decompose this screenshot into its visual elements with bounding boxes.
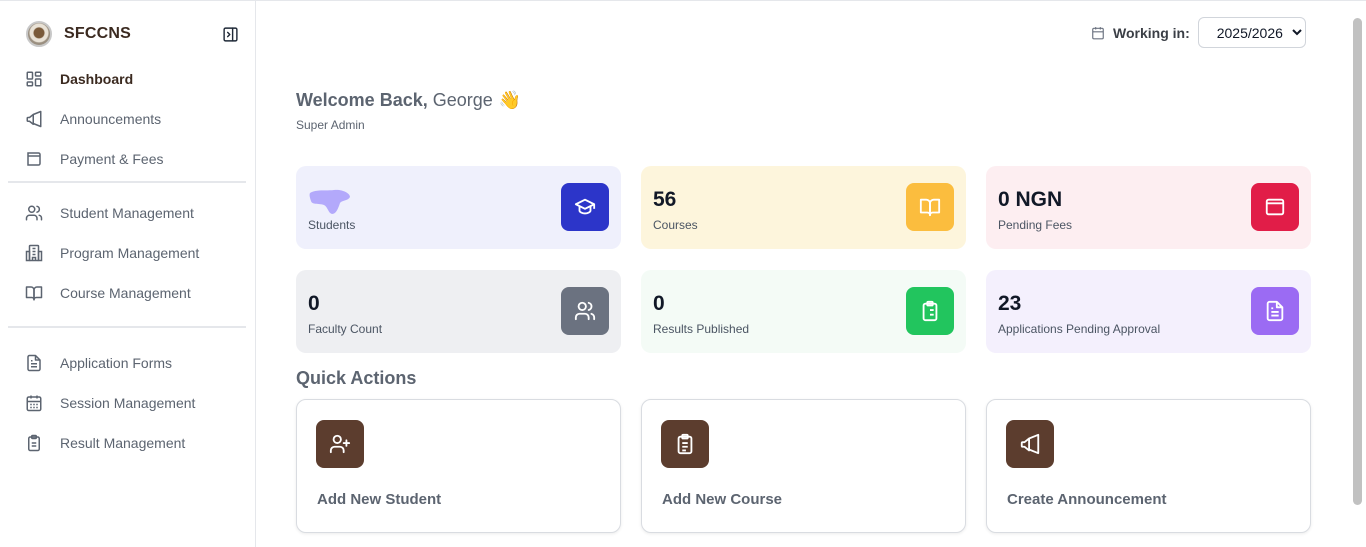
create-announcement-button[interactable]: Create Announcement [986,399,1311,533]
sidebar-item-label: Student Management [60,205,194,221]
quick-action-icon-badge [1006,420,1054,468]
sidebar-item-program-management[interactable]: Program Management [8,235,246,271]
stat-label: Applications Pending Approval [998,322,1161,336]
brand[interactable]: SFCCNS [26,21,131,47]
stat-card-applications-pending[interactable]: 23 Applications Pending Approval [986,270,1311,353]
file-text-icon [1266,300,1284,322]
stat-label: Students [308,218,356,232]
college-logo [26,21,52,47]
stat-icon-badge [561,183,609,231]
stat-card-faculty-count[interactable]: 0 Faculty Count [296,270,621,353]
working-in-label: Working in: [1113,24,1190,41]
calendar-icon [1092,26,1104,39]
sidebar-item-label: Payment & Fees [60,151,164,167]
stat-value: 23 [998,292,1022,315]
dashboard-icon [24,69,44,89]
quick-action-label: Create Announcement [1007,491,1167,508]
sidebar-item-course-management[interactable]: Course Management [8,275,246,311]
session-select[interactable]: 2025/2026 [1197,17,1306,48]
graduation-cap-icon [574,198,596,215]
stat-value: 56 [653,188,677,211]
calendar-icon [24,393,44,413]
sidebar-item-label: Result Management [60,435,186,451]
stat-value: 0 [308,292,320,315]
quick-action-label: Add New Course [662,491,783,508]
megaphone-icon [1020,433,1040,455]
book-open-icon [919,198,941,217]
quick-action-icon-badge [661,420,709,468]
sidebar-item-label: Announcements [60,111,162,127]
add-new-course-button[interactable]: Add New Course [641,399,966,533]
welcome-heading: Welcome Back, George 👋 [296,90,521,111]
stat-card-results-published[interactable]: 0 Results Published [641,270,966,353]
document-icon [24,353,44,373]
stat-card-courses[interactable]: 56 Courses [641,166,966,249]
quick-action-icon-badge [316,420,364,468]
sidebar-divider [8,326,246,328]
sidebar-item-student-management[interactable]: Student Management [8,195,246,231]
loading-placeholder [309,189,350,214]
wave-emoji: 👋 [498,90,522,110]
users-icon [574,301,596,321]
welcome-name: George [432,90,493,110]
sidebar-item-label: Dashboard [60,71,134,87]
page-scrollbar[interactable] [1353,18,1362,505]
sidebar-divider [8,181,246,183]
building-icon [24,243,44,263]
clipboard-icon [677,433,693,455]
user-role: Super Admin [296,118,365,132]
clipboard-list-icon [922,300,938,322]
stat-card-pending-fees[interactable]: 0 NGN Pending Fees [986,166,1311,249]
sidebar-item-label: Course Management [60,285,191,301]
sidebar-item-result-management[interactable]: Result Management [8,425,246,461]
panel-collapse-icon [222,26,238,42]
stat-label: Pending Fees [998,218,1073,232]
wallet-icon [24,149,44,169]
stat-icon-badge [561,287,609,335]
sidebar-item-payment-fees[interactable]: Payment & Fees [8,141,246,177]
sidebar-item-announcements[interactable]: Announcements [8,101,246,137]
sidebar: SFCCNS Dashboard Announcements Payment &… [0,1,256,547]
stat-label: Results Published [653,322,750,336]
sidebar-item-label: Session Management [60,395,196,411]
working-session: Working in: 2025/2026 [1091,17,1306,48]
book-icon [24,283,44,303]
stat-icon-badge [906,183,954,231]
sidebar-item-label: Application Forms [60,355,173,371]
stat-label: Courses [653,218,698,232]
stat-icon-badge [906,287,954,335]
stat-icon-badge [1251,183,1299,231]
stat-value: 0 NGN [998,188,1063,211]
stat-value: 0 [653,292,665,315]
stat-icon-badge [1251,287,1299,335]
sidebar-item-application-forms[interactable]: Application Forms [8,345,246,381]
megaphone-icon [24,109,44,129]
welcome-greeting: Welcome Back, [296,90,428,110]
clipboard-icon [24,433,44,453]
user-plus-icon [329,434,351,454]
sidebar-item-session-management[interactable]: Session Management [8,385,246,421]
wallet-icon [1265,198,1285,216]
sidebar-collapse-button[interactable] [221,25,239,43]
stat-card-students[interactable]: Students [296,166,621,249]
brand-name: SFCCNS [64,25,131,42]
quick-actions-title: Quick Actions [296,368,417,388]
sidebar-item-dashboard[interactable]: Dashboard [8,61,246,97]
users-icon [24,203,44,223]
sidebar-item-label: Program Management [60,245,200,261]
quick-action-label: Add New Student [317,491,442,508]
add-new-student-button[interactable]: Add New Student [296,399,621,533]
stat-label: Faculty Count [308,322,383,336]
